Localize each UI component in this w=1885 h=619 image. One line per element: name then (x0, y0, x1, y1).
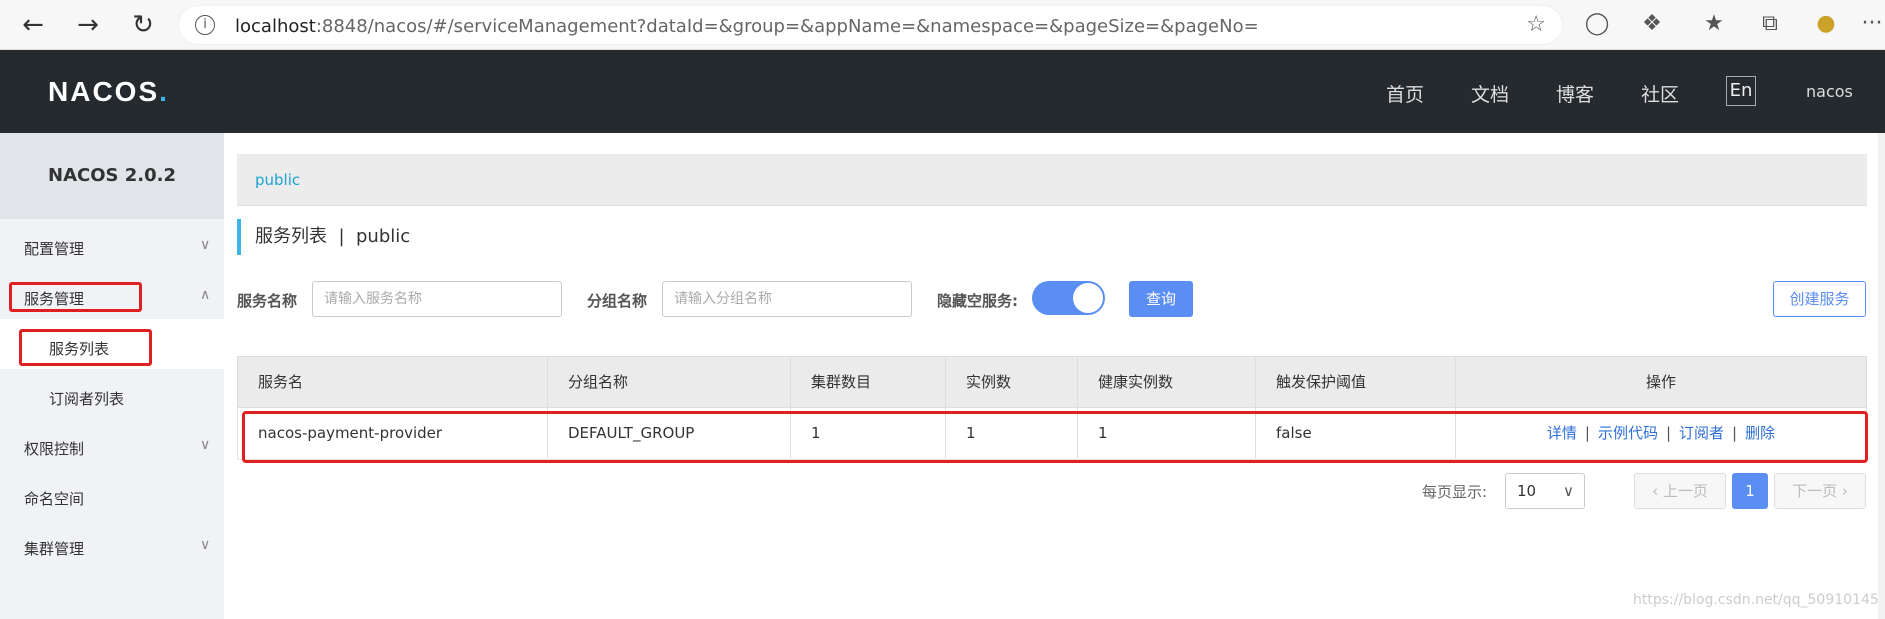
sidebar-item-subscriber-list[interactable]: 订阅者列表 (49, 388, 124, 409)
nav-community[interactable]: 社区 (1641, 80, 1679, 107)
page-size-label: 每页显示: (1422, 483, 1488, 501)
chevron-up-icon: ∧ (200, 287, 211, 303)
nav-home[interactable]: 首页 (1386, 80, 1424, 107)
column-header: 服务名 (238, 357, 548, 407)
switch-knob (1073, 283, 1103, 313)
annotation-box-row (242, 411, 1868, 463)
column-header: 集群数目 (791, 357, 946, 407)
nav-blog[interactable]: 博客 (1556, 80, 1594, 107)
page-number-current[interactable]: 1 (1732, 473, 1768, 509)
extension-circle-icon[interactable]: ◯ (1583, 11, 1611, 36)
sidebar-item-cluster[interactable]: 集群管理 (24, 538, 84, 559)
chevron-down-icon: ∨ (200, 237, 211, 253)
profile-avatar-icon[interactable]: ● (1812, 11, 1840, 36)
watermark-text: https://blog.csdn.net/qq_50910145 (1633, 592, 1879, 608)
nav-docs[interactable]: 文档 (1471, 80, 1509, 107)
nacos-logo[interactable]: NACOS. (48, 76, 169, 108)
group-name-input[interactable] (662, 281, 912, 317)
language-toggle-button[interactable]: En (1726, 76, 1756, 106)
group-name-label: 分组名称 (587, 292, 648, 310)
sidebar-item-namespace[interactable]: 命名空间 (24, 488, 84, 509)
column-header: 操作 (1645, 373, 1676, 391)
forward-icon[interactable]: → (73, 10, 103, 40)
user-menu[interactable]: nacos (1806, 82, 1853, 101)
sidebar-item-permissions[interactable]: 权限控制 (24, 438, 84, 459)
table-header: 服务名 分组名称 集群数目 实例数 健康实例数 触发保护阈值 操作 (237, 356, 1867, 408)
collections-icon[interactable]: ⧉ (1756, 11, 1784, 36)
back-icon[interactable]: ← (18, 10, 48, 40)
column-header: 健康实例数 (1078, 357, 1256, 407)
app-header: NACOS. 首页 文档 博客 社区 En nacos (0, 50, 1885, 133)
url-text: localhost:8848/nacos/#/serviceManagement… (235, 16, 1259, 37)
favorites-list-icon[interactable]: ★ (1700, 11, 1728, 36)
extensions-puzzle-icon[interactable]: ❖ (1638, 11, 1666, 36)
column-header: 触发保护阈值 (1256, 357, 1456, 407)
next-page-button[interactable]: 下一页 › (1774, 473, 1866, 509)
browser-toolbar: ← → ↻ i localhost:8848/nacos/#/serviceMa… (0, 0, 1885, 50)
page-scrollbar[interactable] (1878, 133, 1885, 619)
chevron-down-icon: ∨ (1563, 482, 1574, 500)
sidebar-version: NACOS 2.0.2 (0, 133, 224, 219)
annotation-box-service-list (19, 329, 152, 366)
service-name-input[interactable] (312, 281, 562, 317)
chevron-down-icon: ∨ (200, 437, 211, 453)
sidebar-item-config[interactable]: 配置管理 (24, 238, 84, 259)
page-size-select[interactable]: 10 ∨ (1505, 473, 1585, 509)
address-bar[interactable]: i localhost:8848/nacos/#/serviceManageme… (178, 5, 1563, 45)
sidebar: NACOS 2.0.2 配置管理 ∨ 服务管理 ∧ 服务列表 订阅者列表 权限控… (0, 133, 224, 619)
reload-icon[interactable]: ↻ (128, 10, 158, 40)
prev-page-button[interactable]: ‹ 上一页 (1634, 473, 1726, 509)
page-title: 服务列表 | public (237, 219, 410, 255)
site-info-icon[interactable]: i (195, 15, 215, 35)
namespace-bar: public (237, 154, 1867, 206)
hide-empty-switch[interactable] (1032, 281, 1105, 315)
column-header: 实例数 (946, 357, 1078, 407)
more-menu-icon[interactable]: ··· (1858, 11, 1885, 36)
query-button[interactable]: 查询 (1129, 281, 1193, 317)
chevron-down-icon: ∨ (200, 537, 211, 553)
create-service-button[interactable]: 创建服务 (1773, 281, 1866, 317)
annotation-box-service-management (9, 282, 142, 312)
service-name-label: 服务名称 (237, 292, 298, 310)
namespace-tab-public[interactable]: public (255, 171, 300, 189)
hide-empty-label: 隐藏空服务: (937, 292, 1018, 310)
column-header: 分组名称 (548, 357, 791, 407)
favorite-star-icon[interactable]: ☆ (1526, 12, 1546, 37)
